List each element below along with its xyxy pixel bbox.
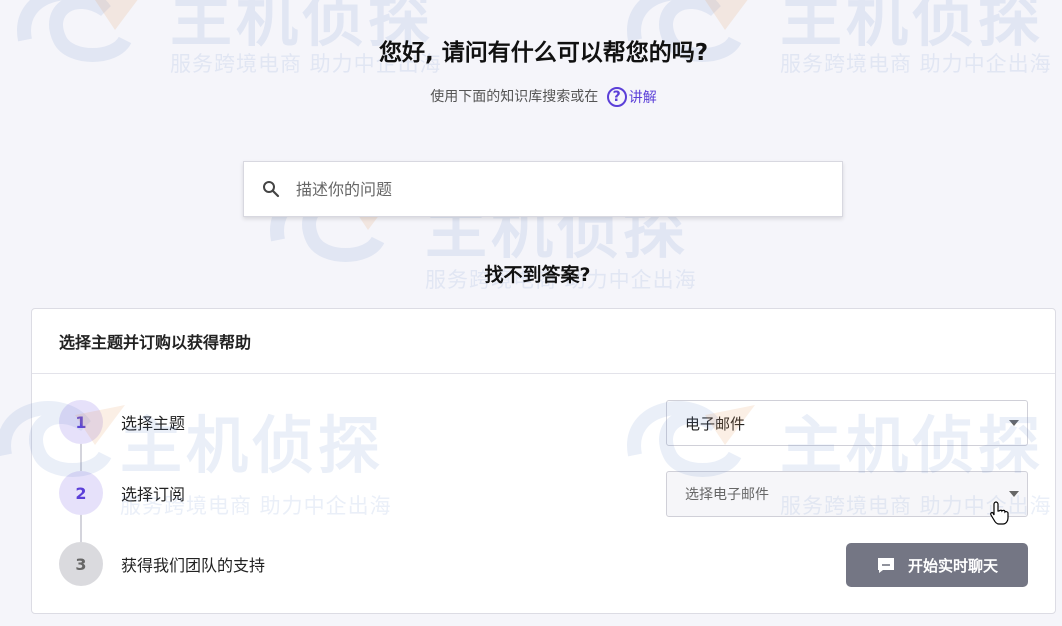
- step-label: 选择主题: [121, 414, 186, 433]
- topic-select[interactable]: 电子邮件: [666, 400, 1028, 446]
- search-input[interactable]: [294, 178, 818, 200]
- page-title: 您好, 请问有什么可以帮您的吗?: [378, 40, 709, 66]
- step-connector: [80, 443, 82, 471]
- step-number: 1: [59, 400, 103, 444]
- hero-subtitle-text: 使用下面的知识库搜索或在: [430, 89, 599, 105]
- subscription-select[interactable]: 选择电子邮件: [666, 471, 1028, 517]
- chat-bubble-icon: [876, 555, 896, 575]
- step-number: 3: [59, 542, 103, 586]
- start-live-chat-button[interactable]: 开始实时聊天: [846, 543, 1028, 587]
- step-label: 选择订阅: [121, 485, 186, 504]
- hero-subtitle: 使用下面的知识库搜索或在 ? 讲解: [0, 86, 1062, 107]
- step-number: 2: [59, 471, 103, 515]
- step-label: 获得我们团队的支持: [121, 556, 266, 575]
- search-icon: [263, 181, 280, 198]
- topic-select-value: 电子邮件: [685, 414, 746, 433]
- support-card: 选择主题并订购以获得帮助 1 选择主题 2 选择订阅 3 获得我们团队的支持 电…: [31, 308, 1056, 614]
- no-answer-heading: 找不到答案?: [484, 264, 591, 286]
- question-circle-icon: ?: [606, 87, 627, 107]
- search-box[interactable]: [243, 161, 843, 217]
- chevron-down-icon: [1009, 420, 1019, 426]
- explain-link-label: 讲解: [628, 90, 657, 106]
- subscription-select-value: 选择电子邮件: [685, 487, 769, 503]
- start-live-chat-label: 开始实时聊天: [907, 556, 998, 575]
- step-connector: [80, 514, 82, 542]
- support-card-title: 选择主题并订购以获得帮助: [32, 309, 1055, 374]
- chevron-down-icon: [1009, 491, 1019, 497]
- explain-link[interactable]: ? 讲解: [603, 87, 657, 107]
